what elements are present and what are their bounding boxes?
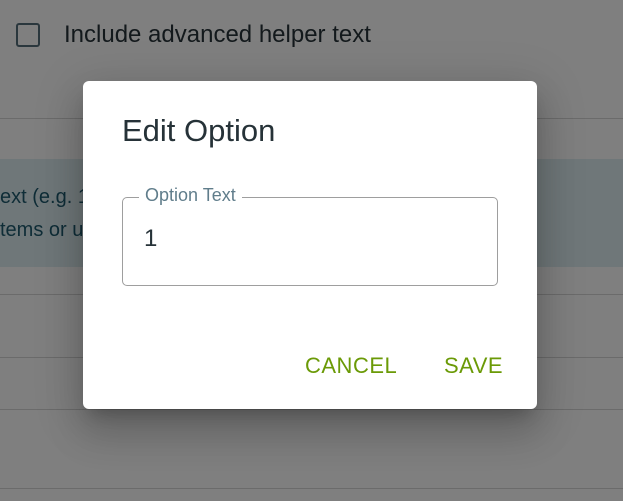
option-text-label: Option Text [139,185,242,206]
save-button[interactable]: SAVE [438,349,509,383]
edit-option-dialog: Edit Option Option Text CANCEL SAVE [83,81,537,409]
dialog-title: Edit Option [122,113,276,148]
option-text-input[interactable] [144,225,474,253]
option-text-field[interactable]: Option Text [122,185,498,286]
cancel-button[interactable]: CANCEL [299,349,403,383]
